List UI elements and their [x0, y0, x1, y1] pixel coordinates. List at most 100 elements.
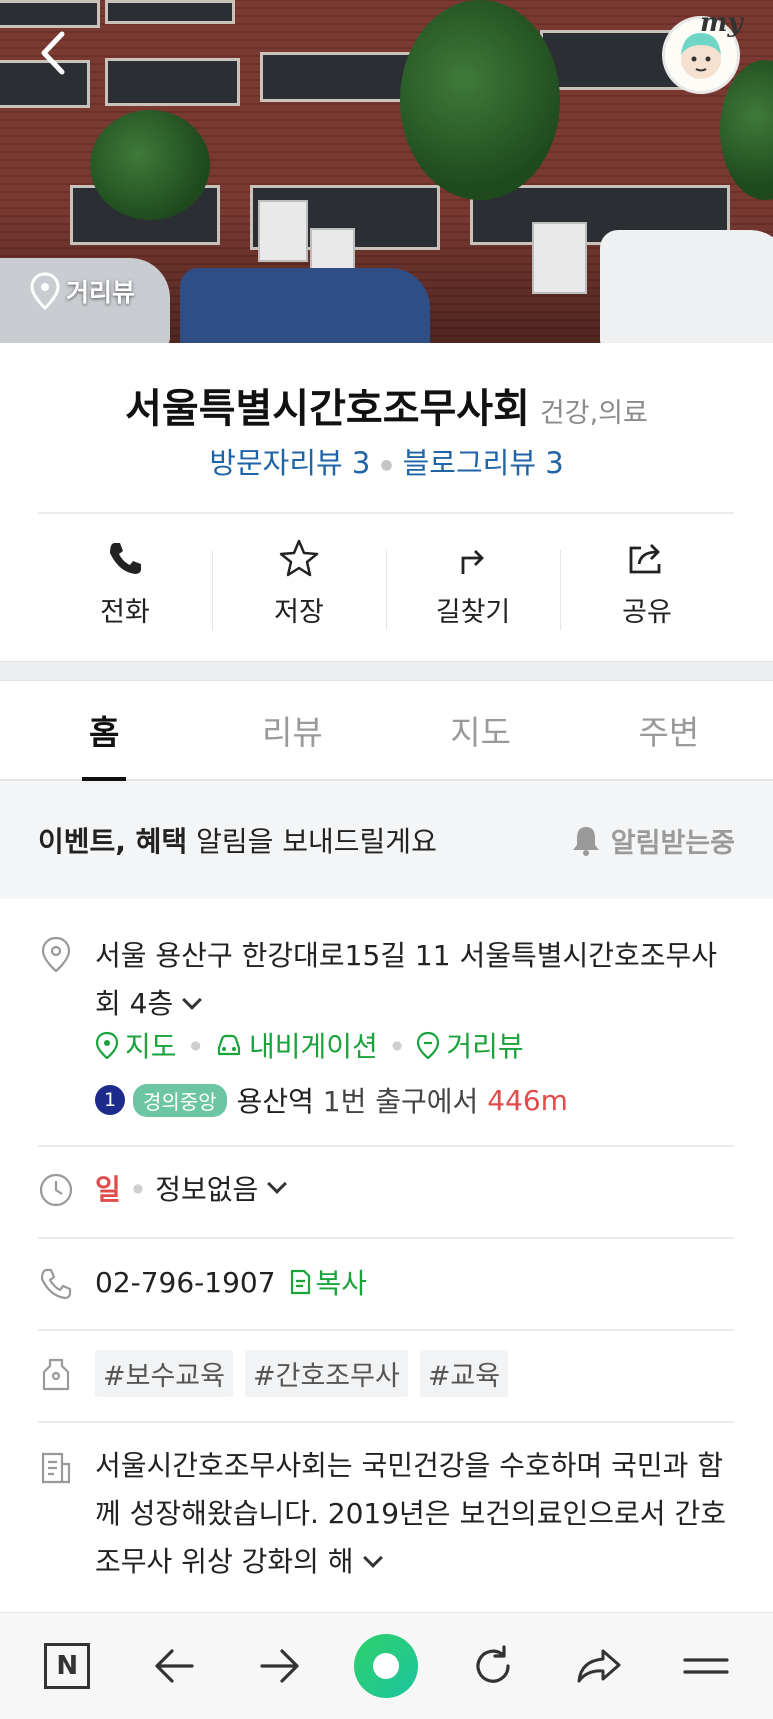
subway-line-name: 경의중앙 [133, 1083, 227, 1117]
phone-row: 02-796-1907 복사 [95, 1262, 367, 1302]
place-title-row: 서울특별시간호조무사회 건강,의료 [0, 376, 773, 434]
notice-rest: 알림을 보내드릴게요 [187, 825, 437, 858]
ac-unit [258, 200, 308, 262]
directions-button[interactable]: 길찾기 [386, 538, 560, 638]
naver-n-icon: N [44, 1643, 91, 1689]
tab-bar: 홈 리뷰 지도 주변 [0, 681, 773, 781]
section-gap [0, 661, 773, 681]
refresh-button[interactable] [459, 1632, 527, 1700]
notice-bold: 이벤트, 혜택 [38, 825, 188, 858]
phone-icon [110, 543, 141, 574]
arrow-right-icon [260, 1649, 299, 1683]
subway-line-number: 1 [95, 1085, 125, 1115]
description-text[interactable]: 서울시간호조무사회는 국민건강을 수호하며 국민과 함께 성장해왔습니다. 20… [95, 1442, 735, 1586]
green-dot-icon [354, 1634, 419, 1698]
subway-exit-text: 1번 출구에서 [313, 1085, 488, 1118]
divider [38, 1329, 734, 1331]
menu-button[interactable] [672, 1632, 740, 1700]
green-dot-button[interactable] [352, 1632, 420, 1700]
place-name: 서울특별시간호조무사회 [125, 386, 530, 432]
hours-status: 정보없음 [155, 1173, 259, 1206]
document-icon [41, 1452, 71, 1484]
notification-toggle-button[interactable]: 알림받는중 [569, 821, 735, 860]
copy-icon [290, 1269, 310, 1295]
location-pin-icon [30, 272, 60, 310]
call-button[interactable]: 전화 [38, 538, 212, 638]
tree [400, 0, 560, 200]
menu-icon [683, 1658, 729, 1674]
address-value: 서울 용산구 한강대로15길 11 서울특별시간호조무사회 4층 [95, 939, 718, 1020]
parked-car [180, 268, 430, 343]
separator-dot: ● [190, 1038, 202, 1052]
share-page-button[interactable] [565, 1632, 633, 1700]
map-link[interactable]: 지도 [95, 1025, 177, 1065]
subway-station: 용산역 [236, 1085, 314, 1118]
bell-icon [572, 827, 599, 856]
browser-back-button[interactable] [140, 1632, 208, 1700]
address-links: 지도 ● 내비게이션 ● 거리뷰 [95, 1025, 524, 1065]
visitor-reviews-link[interactable]: 방문자리뷰 3 [209, 446, 370, 480]
tab-nearby[interactable]: 주변 [575, 681, 763, 779]
tag-chip[interactable]: #교육 [419, 1350, 509, 1397]
tag-chip[interactable]: #간호조무사 [244, 1350, 408, 1397]
notice-text: 이벤트, 혜택 알림을 보내드릴게요 [38, 820, 437, 860]
phone-number[interactable]: 02-796-1907 [95, 1266, 276, 1299]
map-pin-icon [95, 1031, 119, 1059]
share-arrow-icon [577, 1649, 621, 1683]
directions-label: 길찾기 [435, 597, 511, 628]
street-photo[interactable]: my 거리뷰 [0, 0, 773, 343]
place-category: 건강,의료 [539, 398, 648, 429]
divider [38, 1421, 734, 1423]
naver-home-button[interactable]: N [33, 1632, 101, 1700]
clock-icon [39, 1173, 73, 1207]
tag-list: #보수교육 #간호조무사 #교육 [95, 1350, 509, 1397]
subway-distance: 446m [487, 1083, 568, 1117]
location-pin-icon [41, 936, 71, 972]
subway-info: 1 경의중앙 용산역 1번 출구에서 446m [95, 1080, 568, 1120]
share-button[interactable]: 공유 [560, 538, 734, 638]
copy-label: 복사 [315, 1267, 368, 1300]
tag-chip[interactable]: #보수교육 [95, 1350, 233, 1397]
directions-icon [461, 550, 484, 574]
browser-forward-button[interactable] [246, 1632, 314, 1700]
back-arrow-icon[interactable] [34, 28, 74, 78]
chevron-down-icon[interactable] [182, 990, 203, 1010]
divider [38, 1237, 734, 1239]
blog-reviews-link[interactable]: 블로그리뷰 3 [403, 446, 564, 480]
business-hours[interactable]: 일 ● 정보없음 [95, 1168, 288, 1208]
address-text[interactable]: 서울 용산구 한강대로15길 11 서울특별시간호조무사회 4층 [95, 932, 735, 1028]
tab-home[interactable]: 홈 [10, 681, 198, 781]
divider [38, 1145, 734, 1147]
building-window [260, 52, 420, 102]
phone-outline-icon [40, 1268, 72, 1300]
refresh-icon [476, 1645, 510, 1683]
arrow-left-icon [155, 1649, 194, 1683]
share-icon [629, 544, 661, 574]
copy-button[interactable]: 복사 [288, 1262, 368, 1302]
building-window [105, 0, 235, 24]
save-button[interactable]: 저장 [212, 538, 386, 638]
call-label: 전화 [100, 597, 150, 628]
navigation-link[interactable]: 내비게이션 [215, 1025, 378, 1065]
parked-car [600, 230, 773, 343]
ac-unit [310, 228, 355, 273]
building-window [0, 0, 100, 28]
tab-map[interactable]: 지도 [387, 681, 575, 779]
street-view-pin-icon [417, 1031, 440, 1059]
separator-dot: ● [380, 457, 393, 473]
chevron-down-icon[interactable] [362, 1548, 383, 1568]
street-view-label: 거리뷰 [66, 278, 136, 307]
separator-dot: ● [132, 1181, 144, 1195]
chevron-down-icon[interactable] [267, 1174, 288, 1194]
tab-reviews[interactable]: 리뷰 [198, 681, 386, 779]
tag-icon [42, 1358, 70, 1391]
star-icon [279, 539, 319, 577]
building-window [105, 58, 240, 106]
action-bar: 전화 저장 길찾기 공유 [38, 538, 734, 638]
street-view-button[interactable]: 거리뷰 [30, 272, 135, 310]
street-view-link[interactable]: 거리뷰 [416, 1025, 524, 1065]
ac-unit [532, 222, 587, 294]
tree [90, 110, 210, 220]
my-label[interactable]: my [700, 8, 743, 38]
save-label: 저장 [274, 597, 324, 628]
